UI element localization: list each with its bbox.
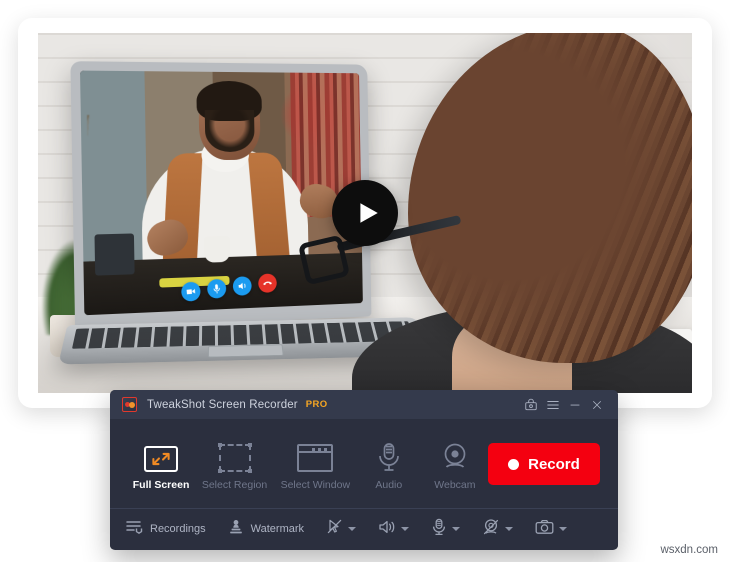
window-title: TweakShot Screen Recorder [147, 398, 298, 411]
cursor-off-icon [326, 518, 343, 540]
chevron-down-icon[interactable] [452, 527, 461, 531]
chevron-down-icon[interactable] [505, 527, 514, 531]
mode-label: Select Region [201, 478, 268, 491]
mode-label: Audio [375, 478, 403, 491]
call-speaker-icon[interactable] [232, 275, 253, 297]
call-video-icon[interactable] [180, 281, 202, 303]
mode-full-screen[interactable]: Full Screen [128, 438, 194, 491]
promo-photo-card [18, 18, 712, 408]
laptop-lid [70, 61, 372, 331]
recordings-list-icon [126, 519, 143, 539]
record-dot-icon [508, 458, 520, 470]
tweakshot-app-icon [122, 397, 137, 412]
recorder-window: TweakShot Screen Recorder PRO Full Scree… [110, 390, 618, 550]
promo-photo [38, 33, 692, 393]
site-watermark: wsxdn.com [660, 544, 718, 556]
camera-toggle[interactable] [535, 519, 568, 540]
chevron-down-icon[interactable] [401, 527, 410, 531]
window-titlebar: TweakShot Screen Recorder PRO [110, 390, 618, 420]
chevron-down-icon[interactable] [348, 527, 357, 531]
desk-mug [204, 235, 231, 263]
webcam-toggle[interactable] [482, 518, 514, 541]
microphone-toggle[interactable] [431, 518, 461, 541]
cursor-toggle[interactable] [326, 518, 357, 540]
webcam-off-icon [482, 518, 500, 541]
mode-select-region[interactable]: Select Region [194, 438, 275, 491]
mode-label: Full Screen [132, 478, 190, 491]
hamburger-menu-icon[interactable] [542, 394, 564, 416]
watermark-button[interactable]: Watermark [228, 519, 304, 540]
call-mic-icon[interactable] [206, 278, 227, 300]
laptop-trackpad [207, 344, 284, 358]
speaker-icon [378, 519, 396, 540]
chevron-down-icon[interactable] [559, 527, 568, 531]
fullscreen-icon [144, 438, 179, 472]
pro-badge: PRO [305, 399, 328, 410]
mode-label: Webcam [434, 478, 476, 491]
capture-mode-row: Full Screen Select Region Select Window [110, 420, 618, 508]
bottom-toolbar: Recordings Watermark [110, 508, 618, 549]
play-icon[interactable] [332, 180, 398, 246]
minimize-icon[interactable] [564, 394, 586, 416]
close-icon[interactable] [586, 394, 608, 416]
mode-audio[interactable]: Audio [356, 438, 422, 491]
mode-webcam[interactable]: Webcam [422, 438, 488, 491]
mode-label: Select Window [280, 478, 351, 491]
watermark-stamp-icon [228, 519, 244, 540]
microphone-icon [431, 518, 447, 541]
call-hangup-icon[interactable] [257, 273, 278, 294]
screenshot-root: TweakShot Screen Recorder PRO Full Scree… [0, 0, 730, 562]
screenshot-camera-icon[interactable] [520, 394, 542, 416]
camera-icon [535, 519, 554, 540]
webcam-icon [440, 438, 470, 472]
desk-pen-holder [94, 233, 135, 276]
record-button[interactable]: Record [487, 443, 600, 485]
recordings-button[interactable]: Recordings [126, 519, 206, 539]
watermark-label: Watermark [250, 523, 305, 535]
speaker-toggle[interactable] [378, 519, 410, 540]
select-window-icon [297, 438, 334, 472]
mode-select-window[interactable]: Select Window [275, 438, 356, 491]
person-beard [204, 109, 255, 153]
select-region-icon [217, 438, 252, 473]
microphone-icon [376, 438, 402, 472]
record-button-label: Record [528, 455, 580, 473]
recordings-label: Recordings [150, 523, 206, 535]
